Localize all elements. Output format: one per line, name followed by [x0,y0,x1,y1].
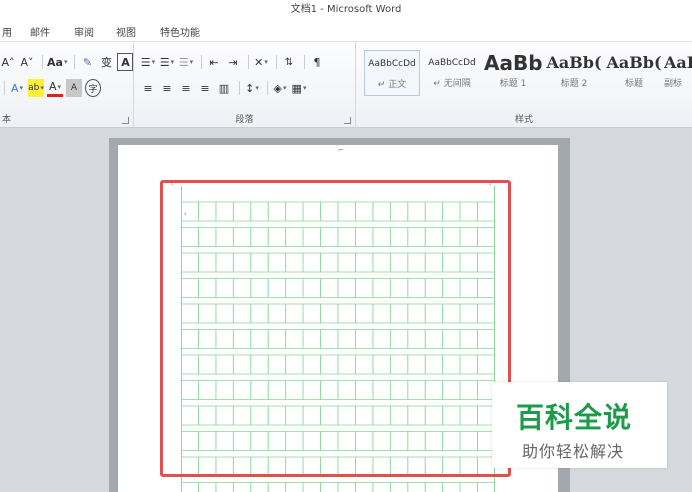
style-name: 标题 1 [499,79,527,89]
style-title[interactable]: AaBb( 标题 [606,50,662,96]
grid-cell [477,482,495,492]
grid-cell [302,482,321,492]
style-name: ↵ 正文 [377,80,407,90]
styles-group-label: 样式 [514,115,533,125]
grid-cell [337,482,356,492]
styles-group: AaBbCcDd ↵ 正文 AaBbCcDd ↵ 无间隔 AaBb 标题 1 A… [356,42,692,128]
char-shading-button[interactable]: A [66,79,82,97]
highlight-color-button[interactable]: ab [28,79,44,97]
grid-cell [320,482,339,492]
grid-cell [250,482,269,492]
grid-cell [424,482,444,492]
borders-icon[interactable]: ▦ [291,79,307,97]
font-dialog-launcher-icon[interactable] [122,117,129,124]
show-marks-icon[interactable]: ¶ [309,53,325,71]
font-group-label: 本 [2,115,12,125]
multilevel-list-icon[interactable]: ☰ [178,53,194,71]
paragraph-group-label: 段落 [235,115,254,125]
align-right-icon[interactable]: ≡ [178,79,194,97]
style-name: 副标 [664,79,683,89]
separator [4,81,5,95]
bullets-icon[interactable]: ☰ [140,53,156,71]
separator [248,55,249,69]
decrease-indent-icon[interactable]: ⇤ [206,53,222,71]
highlight-box [160,180,511,477]
grid-cell [232,482,252,492]
window-title: 文档1 - Microsoft Word [290,4,402,15]
paragraph-dialog-launcher-icon[interactable] [344,117,351,124]
grow-font-button[interactable]: A˄ [0,53,16,71]
separator [201,55,202,69]
style-subtitle[interactable]: AaI 副标 [664,50,692,96]
style-name: 标题 [624,79,643,89]
shading-icon[interactable]: ◈ [272,79,288,97]
justify-icon[interactable]: ≡ [197,79,213,97]
change-case-button[interactable]: Aa [47,53,67,71]
separator [74,55,76,69]
watermark-subtitle: 助你轻松解决 [522,442,625,461]
menu-item-special[interactable]: 特色功能 [160,24,200,39]
clear-format-icon[interactable]: ✎ [79,53,95,71]
paragraph-mark-icon: ⌐ [338,146,344,154]
grid-cell [459,482,478,492]
style-preview: AaBbCcDd [428,58,476,68]
ribbon: A˄ A˅ Aa ✎ 变 A A ab A A 字 本 ☰ ☰ ☰ ⇤ ⇥ [0,42,692,128]
style-preview: AaBb [484,51,543,75]
grid-cell [442,482,461,492]
shrink-font-button[interactable]: A˅ [19,53,35,71]
grid-cell [355,482,374,492]
menu-item-insert-partial[interactable]: 用 [2,24,12,39]
separator [304,55,305,69]
menu-item-mailings[interactable]: 邮件 [30,24,50,39]
style-normal[interactable]: AaBbCcDd ↵ 正文 [364,50,420,96]
menu-item-view[interactable]: 视图 [116,24,136,39]
grid-cell [267,482,287,492]
grid-cell [198,482,217,492]
title-bar: 文档1 - Microsoft Word [0,0,692,20]
align-left-icon[interactable]: ≡ [140,79,156,97]
separator [267,81,268,95]
grid-cell [215,482,234,492]
style-preview: AaBb( [546,53,602,72]
watermark-title: 百科全说 [516,401,633,434]
distributed-icon[interactable]: ▥ [216,79,232,97]
style-preview: AaBbCcDd [368,59,416,69]
separator [42,55,43,69]
font-color-button[interactable]: A [47,79,63,97]
menu-item-review[interactable]: 审阅 [74,24,94,39]
paragraph-group: ☰ ☰ ☰ ⇤ ⇥ ✕ ⇅ ¶ ≡ ≡ ≡ ≡ ▥ ↕ ◈ ▦ 段落 [134,42,356,128]
increase-indent-icon[interactable]: ⇥ [225,53,241,71]
align-center-icon[interactable]: ≡ [159,79,175,97]
phonetic-guide-button[interactable]: 变 [98,53,114,71]
watermark-badge: 百科全说 助你轻松解决 [492,382,667,468]
menu-bar: 用 邮件 审阅 视图 特色功能 [0,20,692,42]
enclose-char-button[interactable]: 字 [85,79,101,97]
separator [276,55,277,69]
numbering-icon[interactable]: ☰ [159,53,175,71]
char-border-button[interactable]: A [117,53,134,71]
asian-layout-icon[interactable]: ✕ [253,53,269,71]
style-name: 标题 2 [560,79,588,89]
text-effect-button[interactable]: A [9,79,25,97]
grid-cell [285,482,304,492]
separator [239,81,240,95]
font-group: A˄ A˅ Aa ✎ 变 A A ab A A 字 本 [0,42,134,128]
sort-icon[interactable]: ⇅ [281,53,297,71]
style-preview: AaI [664,53,692,72]
style-name: ↵ 无间隔 [433,79,471,89]
style-heading-1[interactable]: AaBb 标题 1 [484,50,543,96]
grid-cell [407,482,426,492]
style-heading-2[interactable]: AaBb( 标题 2 [546,50,602,96]
grid-cell [372,482,391,492]
style-no-spacing[interactable]: AaBbCcDd ↵ 无间隔 [424,50,480,96]
line-spacing-icon[interactable]: ↕ [244,79,260,97]
style-preview: AaBb( [606,53,662,72]
grid-cell [389,482,409,492]
grid-cell [181,482,199,492]
